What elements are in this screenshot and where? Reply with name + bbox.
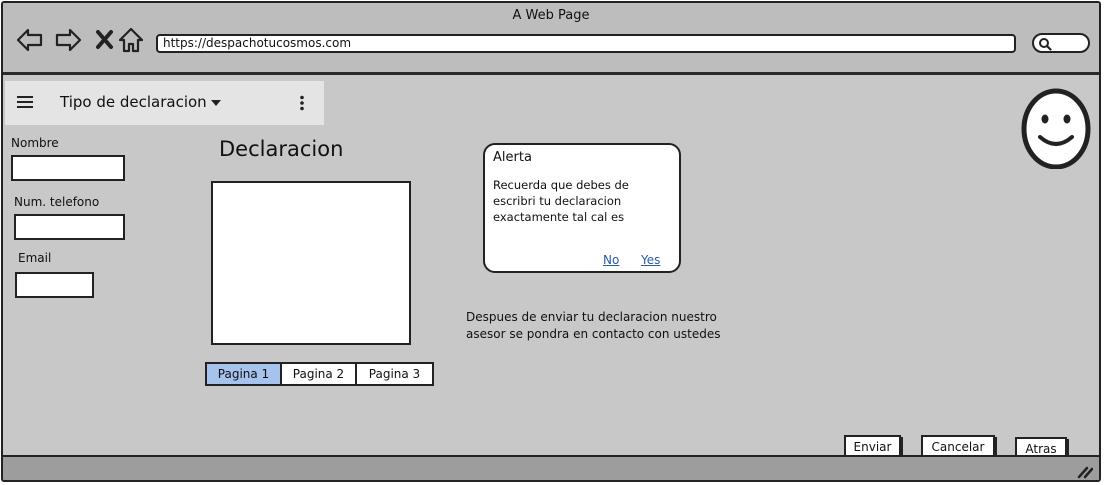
page-1-button[interactable]: Pagina 1 — [207, 364, 282, 384]
email-label: Email — [18, 251, 52, 265]
name-field[interactable] — [11, 155, 125, 181]
resize-grip-icon[interactable] — [1077, 465, 1093, 479]
declaration-heading: Declaracion — [219, 137, 344, 161]
pagination: Pagina 1 Pagina 2 Pagina 3 — [205, 362, 434, 386]
browser-window: A Web Page https://despachotucosmos.com … — [1, 1, 1101, 482]
url-bar[interactable]: https://despachotucosmos.com — [156, 34, 1016, 53]
search-icon — [1039, 38, 1052, 51]
browser-chrome: A Web Page https://despachotucosmos.com — [3, 3, 1099, 75]
phone-field[interactable] — [14, 214, 125, 240]
smiley-face-icon — [1021, 88, 1091, 169]
name-label: Nombre — [11, 136, 59, 150]
phone-label: Num. telefono — [14, 195, 100, 209]
window-title: A Web Page — [512, 8, 590, 23]
alert-message: Recuerda que debes de escribri tu declar… — [493, 178, 629, 224]
caret-down-icon[interactable] — [210, 99, 222, 107]
browser-search-field[interactable] — [1032, 33, 1090, 53]
page-3-button[interactable]: Pagina 3 — [357, 364, 432, 384]
status-bar — [3, 455, 1099, 480]
home-icon[interactable] — [116, 25, 146, 55]
declaration-type-title[interactable]: Tipo de declaracion — [60, 93, 207, 111]
alert-yes-link[interactable]: Yes — [641, 253, 660, 267]
alert-no-link[interactable]: No — [603, 253, 619, 267]
forward-arrow-icon[interactable] — [53, 25, 83, 55]
info-text: Despues de enviar tu declaracion nuestro… — [466, 310, 721, 341]
email-field[interactable] — [15, 272, 94, 298]
alert-dialog: Alerta Recuerda que debes de escribri tu… — [483, 143, 681, 273]
declaration-textarea[interactable] — [211, 181, 411, 345]
alert-title: Alerta — [493, 150, 532, 165]
kebab-menu-icon[interactable] — [299, 95, 305, 111]
back-arrow-icon[interactable] — [15, 25, 45, 55]
page-2-button[interactable]: Pagina 2 — [282, 364, 357, 384]
hamburger-menu-icon[interactable] — [17, 95, 33, 109]
app-toolbar: Tipo de declaracion — [5, 81, 324, 125]
